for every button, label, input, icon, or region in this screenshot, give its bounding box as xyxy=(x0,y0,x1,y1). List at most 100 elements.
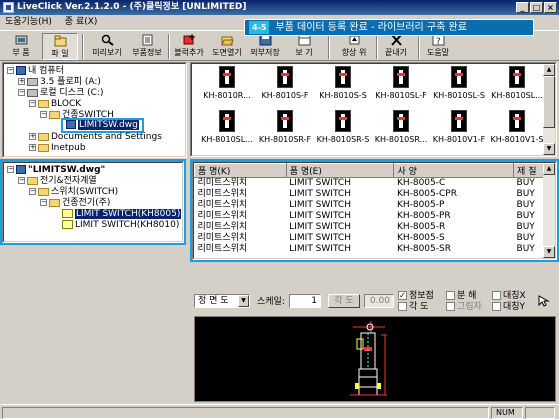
scroll-up-arrow[interactable]: ▲ xyxy=(543,64,555,76)
collapse-toggle[interactable]: − xyxy=(29,100,36,107)
table-row[interactable]: 리미트스위치 LIMIT SWITCH KH-8005-PR BUY xyxy=(195,211,547,222)
preview-icon xyxy=(101,34,114,46)
mirror-y-option[interactable]: 대칭Y xyxy=(492,301,525,315)
view-button[interactable]: 보 기 xyxy=(286,33,322,60)
angle-button[interactable]: 각 도 xyxy=(328,294,360,308)
collapse-toggle[interactable]: − xyxy=(18,177,25,184)
collapse-toggle[interactable]: − xyxy=(40,111,47,118)
scale-label: 스케일: xyxy=(257,297,285,307)
checkbox[interactable] xyxy=(446,302,455,311)
collapse-toggle[interactable]: − xyxy=(29,188,36,195)
tree-item-kh8010[interactable]: LIMIT SWITCH(KH8010) xyxy=(62,220,179,231)
checkbox[interactable] xyxy=(492,291,501,300)
table-cell: KH-8005-R xyxy=(396,222,446,232)
col-name-en[interactable]: 품 명(E) xyxy=(285,163,395,178)
preview-button[interactable]: 미리보기 xyxy=(88,33,126,60)
tree-item-block[interactable]: − BLOCK xyxy=(29,99,81,110)
angle-option[interactable]: 각 도 xyxy=(398,301,428,315)
col-name-kr[interactable]: 품 명(K) xyxy=(194,163,287,178)
maximize-button[interactable]: □ xyxy=(530,2,543,13)
table-row[interactable]: 리미트스위치 LIMIT SWITCH KH-8005-C BUY xyxy=(195,178,547,190)
menu-exit[interactable]: 종 료(X) xyxy=(60,15,103,29)
thumbnail-label: KH-8010SL... xyxy=(491,91,543,100)
expand-toggle[interactable]: + xyxy=(29,144,36,151)
folder-icon xyxy=(27,176,38,185)
table-row[interactable]: 리미트스위치 LIMIT SWITCH KH-8005-SR BUY xyxy=(195,244,547,255)
exit-button[interactable]: 끝내기 xyxy=(378,33,414,60)
thumbnail-item[interactable]: KH-8010R... xyxy=(198,66,256,100)
collapse-toggle[interactable]: − xyxy=(40,199,47,206)
thumbnail-scrollbar[interactable]: ▲ ▼ xyxy=(543,64,555,155)
file-button[interactable]: 파 일 xyxy=(42,33,78,60)
tree-item-my-computer[interactable]: − 내 컴퓨터 xyxy=(7,66,64,77)
tree-item-root[interactable]: − "LIMITSW.dwg" xyxy=(7,165,105,176)
scroll-down-arrow[interactable]: ▼ xyxy=(543,143,555,155)
thumbnail-item[interactable]: KH-8010SL... xyxy=(488,66,546,100)
table-row[interactable]: 리미트스위치 LIMIT SWITCH KH-8005-R BUY xyxy=(195,222,547,233)
part-info-button[interactable]: 부품정보 xyxy=(128,33,166,60)
thumbnail-item[interactable]: KH-8010SL-S xyxy=(430,66,488,100)
thumbnail-item[interactable]: KH-8010SR-F xyxy=(256,110,314,144)
minimize-button[interactable]: _ xyxy=(516,2,529,13)
angle-input[interactable]: 0.00 xyxy=(364,294,394,308)
tree-item-documents[interactable]: + Documents and Settings xyxy=(29,132,162,143)
chevron-down-icon[interactable]: ▼ xyxy=(238,295,249,307)
expand-toggle[interactable]: + xyxy=(29,133,36,140)
expand-toggle[interactable]: + xyxy=(18,78,25,85)
scroll-thumb[interactable] xyxy=(543,76,555,128)
collapse-toggle[interactable]: − xyxy=(7,67,14,74)
scroll-up-arrow[interactable]: ▲ xyxy=(543,163,555,175)
col-material[interactable]: 제 질 xyxy=(513,163,547,178)
table-row[interactable]: 리미트스위치 LIMIT SWITCH KH-8005-S BUY xyxy=(195,233,547,244)
table-cell: 리미트스위치 xyxy=(197,189,248,199)
tree-item-floppy[interactable]: +3.5 플로피 (A:) xyxy=(18,77,101,88)
folder-icon xyxy=(38,187,49,196)
menu-help[interactable]: 도움기능(H) xyxy=(0,15,57,29)
help-button[interactable]: ? 도움말 xyxy=(420,33,456,60)
status-bar: NUM xyxy=(0,404,559,419)
external-save-button[interactable]: 외부저장 xyxy=(246,33,284,60)
tree-item-switch[interactable]: − 스위치(SWITCH) xyxy=(29,187,118,198)
tree-item-local-disk[interactable]: − 로컬 디스크 (C:) xyxy=(18,88,103,99)
thumbnail-item[interactable]: KH-8010SL-F xyxy=(372,66,430,100)
col-spec[interactable]: 사 양 xyxy=(393,163,515,178)
table-scrollbar[interactable]: ▲ ▼ xyxy=(543,163,555,258)
up-button[interactable]: 향상 위 xyxy=(336,33,372,60)
tree-item-inetpub[interactable]: + Inetpub xyxy=(29,143,86,154)
tree-item-limitsw-dwg[interactable]: LIMITSW.dwg xyxy=(61,118,144,133)
tree-item-kh8005[interactable]: LIMIT SWITCH(KH8005) xyxy=(62,209,182,220)
checkbox[interactable] xyxy=(492,302,501,311)
checkbox[interactable] xyxy=(398,302,407,311)
checkbox[interactable] xyxy=(446,291,455,300)
open-drawing-button[interactable]: 도면열기 xyxy=(208,33,246,60)
checkbox-checked[interactable]: ✓ xyxy=(398,291,407,300)
close-button[interactable]: × xyxy=(544,2,557,13)
thumbnail-item[interactable]: KH-8010V1-F xyxy=(430,110,488,144)
scroll-down-arrow[interactable]: ▼ xyxy=(543,246,555,258)
collapse-toggle[interactable]: − xyxy=(7,166,14,173)
thumbnail-label: KH-8010SR-F xyxy=(258,135,312,144)
table-cell: KH-8005-C xyxy=(396,178,446,188)
thumbnail-item[interactable]: KH-8010S-S xyxy=(314,66,372,100)
collapse-toggle[interactable]: − xyxy=(18,89,25,96)
thumbnail-item[interactable]: KH-8010S-F xyxy=(256,66,314,100)
table-row[interactable]: 리미트스위치 LIMIT SWITCH KH-8005-CPR BUY xyxy=(195,189,547,200)
cad-preview-canvas[interactable] xyxy=(194,316,556,402)
view-select[interactable]: 정 면 도 ▼ xyxy=(194,294,250,308)
table-cell: LIMIT SWITCH xyxy=(289,233,351,243)
scale-input[interactable]: 1 xyxy=(289,294,321,308)
add-block-button[interactable]: 블럭추가 xyxy=(170,33,208,60)
table-cell: BUY xyxy=(516,178,535,188)
table-cell: BUY xyxy=(516,222,535,232)
thumbnail-item[interactable]: KH-8010V1-S xyxy=(488,110,546,144)
thumbnail-item[interactable]: KH-8010SR... xyxy=(372,110,430,144)
thumbnail-item[interactable]: KH-8010SR-S xyxy=(314,110,372,144)
parts-button[interactable]: 부 품 xyxy=(4,33,38,60)
help-icon[interactable] xyxy=(537,295,551,307)
tree-item-maker[interactable]: − 건종전기(주) xyxy=(40,198,110,209)
thumbnail-panel: KH-8010R... KH-8010S-F KH-8010S-S KH-8010SL… xyxy=(190,62,557,157)
shadow-option[interactable]: 그림자 xyxy=(446,301,482,315)
table-row[interactable]: 리미트스위치 LIMIT SWITCH KH-8005-P BUY xyxy=(195,200,547,211)
thumbnail-item[interactable]: KH-8010SL... xyxy=(198,110,256,144)
tree-item-electric[interactable]: − 전기&전자계열 xyxy=(18,176,97,187)
